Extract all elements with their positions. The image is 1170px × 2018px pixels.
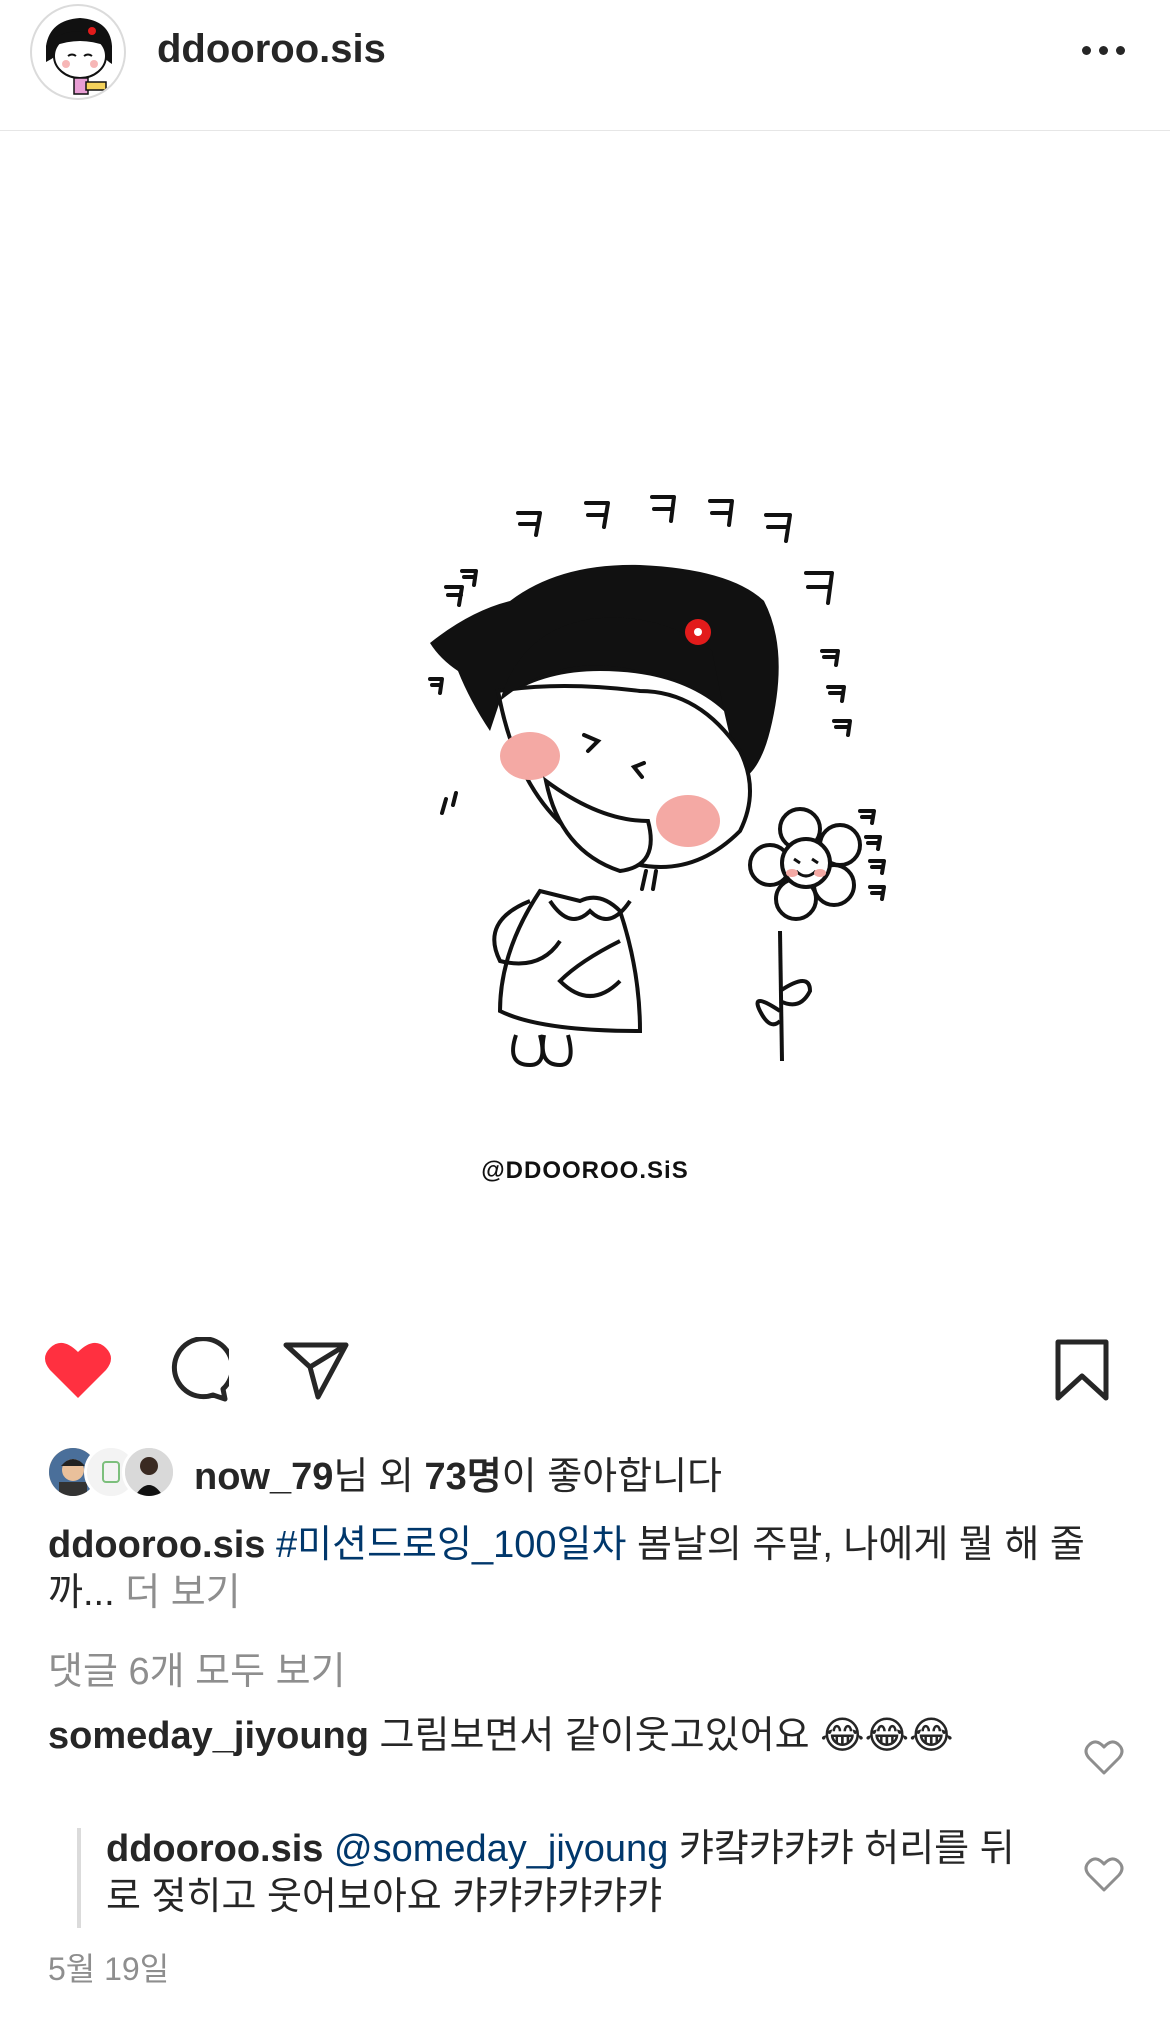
likes-count[interactable]: 73명 bbox=[424, 1456, 501, 1498]
likes-text: now_79님 외 73명이 좋아합니다 bbox=[194, 1445, 722, 1500]
caption-hashtag[interactable]: #미션드로잉_100일차 bbox=[276, 1524, 626, 1566]
post-header: ddooroo.sis bbox=[0, 0, 1170, 131]
reply-username[interactable]: ddooroo.sis bbox=[106, 1828, 323, 1870]
person-avatar-icon bbox=[125, 1448, 173, 1496]
comment-username[interactable]: someday_jiyoung bbox=[48, 1715, 369, 1757]
save-button[interactable] bbox=[1042, 1330, 1122, 1410]
share-button[interactable] bbox=[276, 1330, 356, 1410]
likes-summary[interactable]: now_79님 외 73명이 좋아합니다 bbox=[46, 1444, 722, 1500]
likes-middle-text: 님 외 bbox=[333, 1455, 425, 1498]
likes-suffix-text: 이 좋아합니다 bbox=[501, 1455, 722, 1498]
post-date: 5월 19일 bbox=[48, 1951, 170, 1987]
comment-item: someday_jiyoung 그림보면서 같이웃고있어요 😂😂😂 bbox=[48, 1711, 1008, 1761]
view-all-comments-link[interactable]: 댓글 6개 모두 보기 bbox=[48, 1640, 346, 1695]
post-caption: ddooroo.sis #미션드로잉_100일차 봄날의 주말, 나에게 뭘 해… bbox=[48, 1521, 1128, 1617]
reply-mention[interactable]: @someday_jiyoung bbox=[323, 1828, 668, 1870]
like-button[interactable] bbox=[38, 1330, 118, 1410]
bookmark-icon bbox=[1055, 1339, 1109, 1401]
action-bar bbox=[0, 1330, 1170, 1420]
comment-icon bbox=[171, 1337, 229, 1402]
comment-button[interactable] bbox=[156, 1330, 236, 1410]
header-username[interactable]: ddooroo.sis bbox=[157, 27, 386, 72]
more-options-icon[interactable] bbox=[1070, 28, 1136, 72]
reply-like-icon[interactable] bbox=[1082, 1852, 1126, 1896]
reply-item: ddooroo.sis @someday_jiyoung 캬컄캬캬캬 허리를 뒤… bbox=[106, 1825, 1026, 1921]
liker-avatar bbox=[122, 1445, 176, 1499]
send-icon bbox=[283, 1342, 349, 1400]
profile-avatar[interactable] bbox=[30, 4, 126, 100]
caption-more-link[interactable]: 더 보기 bbox=[115, 1572, 240, 1614]
post-watermark: @DDOOROO.SiS bbox=[481, 1157, 689, 1184]
liker-username[interactable]: now_79 bbox=[194, 1456, 333, 1498]
comment-text: 그림보면서 같이웃고있어요 😂😂😂 bbox=[368, 1715, 954, 1757]
laughing-girl-illustration bbox=[428, 495, 886, 1068]
post-image[interactable]: @DDOOROO.SiS bbox=[0, 131, 1170, 1301]
heart-filled-icon bbox=[45, 1342, 111, 1398]
reply-thread-line bbox=[77, 1828, 81, 1928]
comment-like-icon[interactable] bbox=[1082, 1735, 1126, 1779]
caption-username[interactable]: ddooroo.sis bbox=[48, 1524, 265, 1566]
avatar-illustration-icon bbox=[46, 18, 112, 95]
